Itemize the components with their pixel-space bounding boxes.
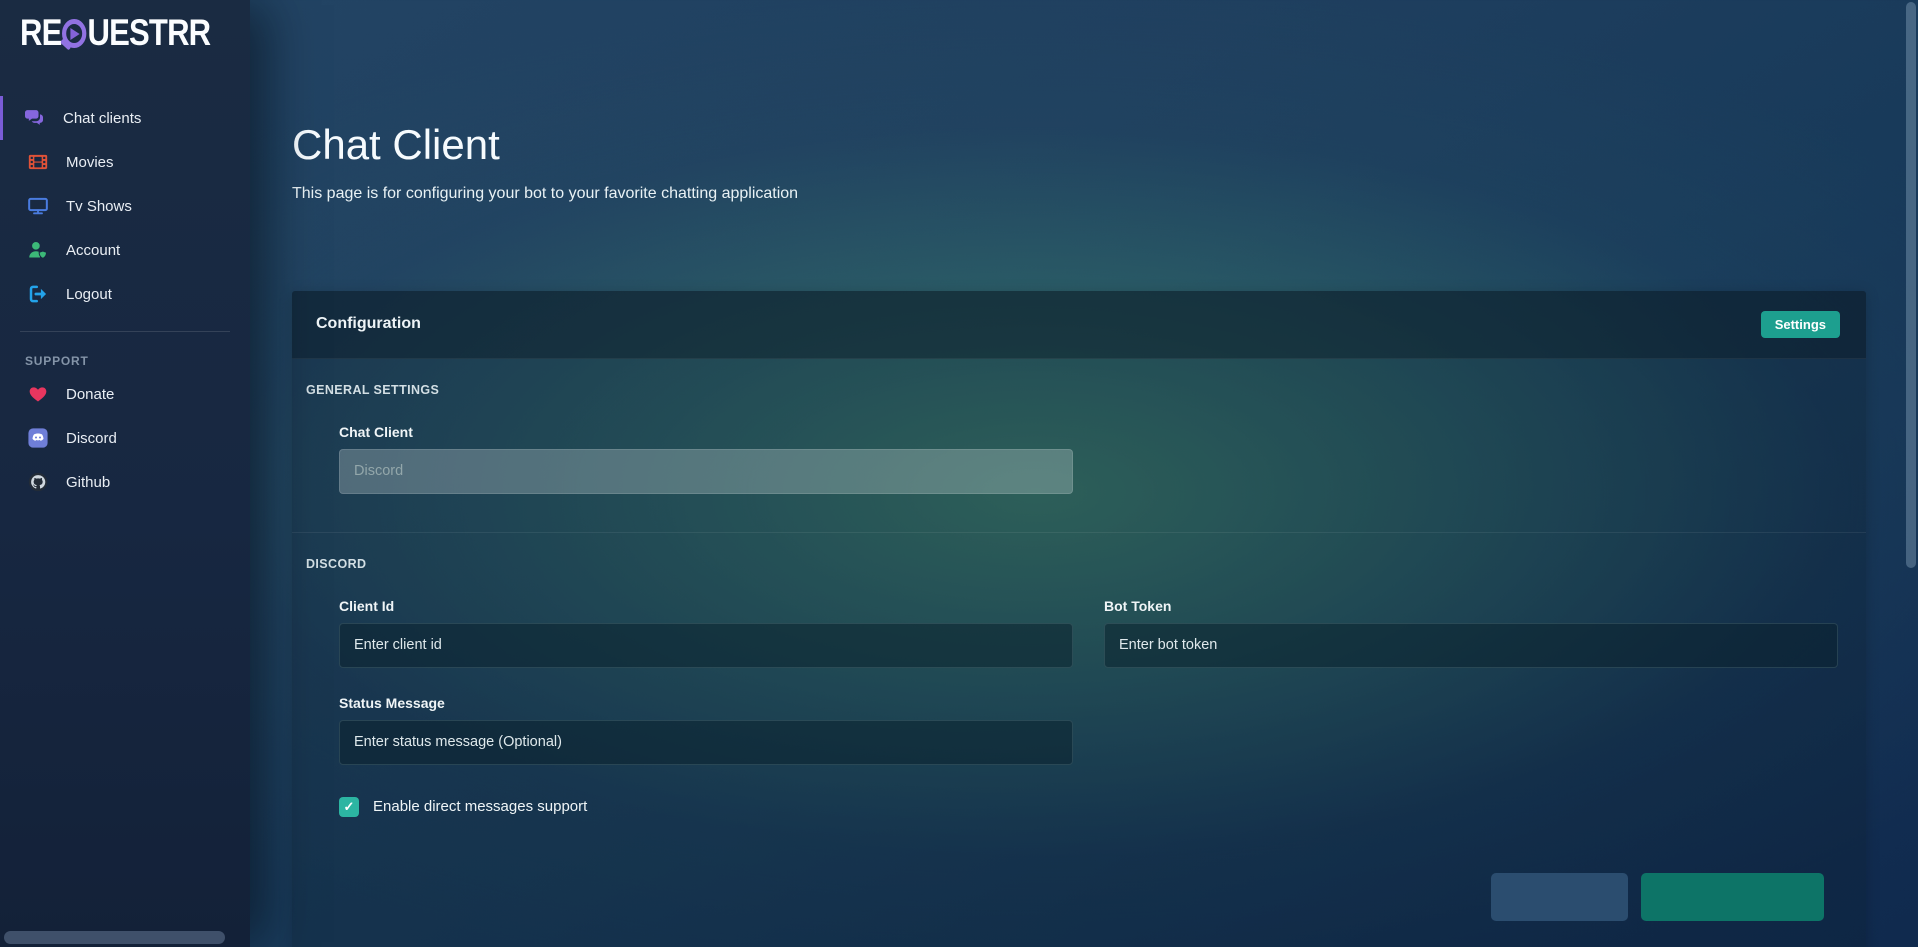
sidebar-item-label: Donate: [66, 386, 114, 403]
enable-dm-checkbox-row[interactable]: ✓ Enable direct messages support: [339, 797, 1838, 817]
sidebar-item-label: Chat clients: [63, 110, 141, 127]
bot-token-label: Bot Token: [1104, 598, 1838, 614]
configuration-title: Configuration: [316, 315, 421, 333]
sidebar-divider: [20, 331, 230, 332]
sidebar-item-movies[interactable]: Movies: [0, 140, 250, 184]
logo-text-post: UESTRR: [88, 12, 211, 53]
discord-section: DISCORD Client Id Bot Token Status Messa…: [292, 533, 1866, 921]
client-id-input[interactable]: [339, 623, 1073, 668]
configuration-card-header: Configuration Settings: [292, 291, 1866, 359]
sidebar-item-discord[interactable]: Discord: [0, 416, 250, 460]
chat-bubbles-icon: [25, 108, 45, 128]
horizontal-scrollbar-thumb[interactable]: [4, 931, 225, 944]
page-title: Chat Client: [292, 118, 1866, 173]
sidebar-item-account[interactable]: Account: [0, 228, 250, 272]
app-logo: RE UESTRR: [0, 0, 250, 54]
status-message-label: Status Message: [339, 695, 1838, 711]
sidebar-item-logout[interactable]: Logout: [0, 272, 250, 316]
github-icon: [28, 472, 48, 492]
client-id-label: Client Id: [339, 598, 1073, 614]
sidebar-item-donate[interactable]: Donate: [0, 372, 250, 416]
secondary-action-button[interactable]: [1491, 873, 1628, 921]
status-message-input[interactable]: [339, 720, 1073, 765]
card-actions-row: [339, 873, 1838, 921]
sidebar-item-tv-shows[interactable]: Tv Shows: [0, 184, 250, 228]
sidebar-item-chat-clients[interactable]: Chat clients: [0, 96, 250, 140]
general-settings-label: GENERAL SETTINGS: [306, 383, 1838, 397]
discord-icon: [28, 428, 48, 448]
film-icon: [28, 152, 48, 172]
heart-icon: [28, 384, 48, 404]
logo-text-pre: RE: [20, 12, 62, 53]
main-content: Chat Client This page is for configuring…: [250, 0, 1918, 947]
sidebar: RE UESTRR Chat clients Movies: [0, 0, 250, 947]
sidebar-item-label: Account: [66, 242, 120, 259]
sidebar-item-label: Movies: [66, 154, 114, 171]
sidebar-item-label: Github: [66, 474, 110, 491]
logout-icon: [28, 284, 48, 304]
sidebar-item-label: Discord: [66, 430, 117, 447]
vertical-scrollbar-thumb[interactable]: [1906, 2, 1916, 568]
general-settings-section: GENERAL SETTINGS Chat Client: [292, 359, 1866, 533]
discord-section-label: DISCORD: [306, 557, 1838, 571]
chat-client-label: Chat Client: [339, 424, 1838, 440]
support-section-label: SUPPORT: [25, 354, 250, 368]
sidebar-item-label: Tv Shows: [66, 198, 132, 215]
sidebar-item-github[interactable]: Github: [0, 460, 250, 504]
enable-dm-checkbox-label: Enable direct messages support: [373, 798, 587, 815]
user-shield-icon: [28, 240, 48, 260]
configuration-card: Configuration Settings GENERAL SETTINGS …: [292, 291, 1866, 947]
save-changes-button[interactable]: [1641, 873, 1824, 921]
settings-button[interactable]: Settings: [1761, 311, 1840, 338]
chat-client-input: [339, 449, 1073, 494]
sidebar-nav: Chat clients Movies Tv Shows: [0, 96, 250, 316]
page-subtitle: This page is for configuring your bot to…: [292, 185, 1866, 203]
sidebar-item-label: Logout: [66, 286, 112, 303]
tv-icon: [28, 196, 48, 216]
enable-dm-checkbox[interactable]: ✓: [339, 797, 359, 817]
bot-token-input[interactable]: [1104, 623, 1838, 668]
logo-q-play-icon: [62, 19, 86, 48]
